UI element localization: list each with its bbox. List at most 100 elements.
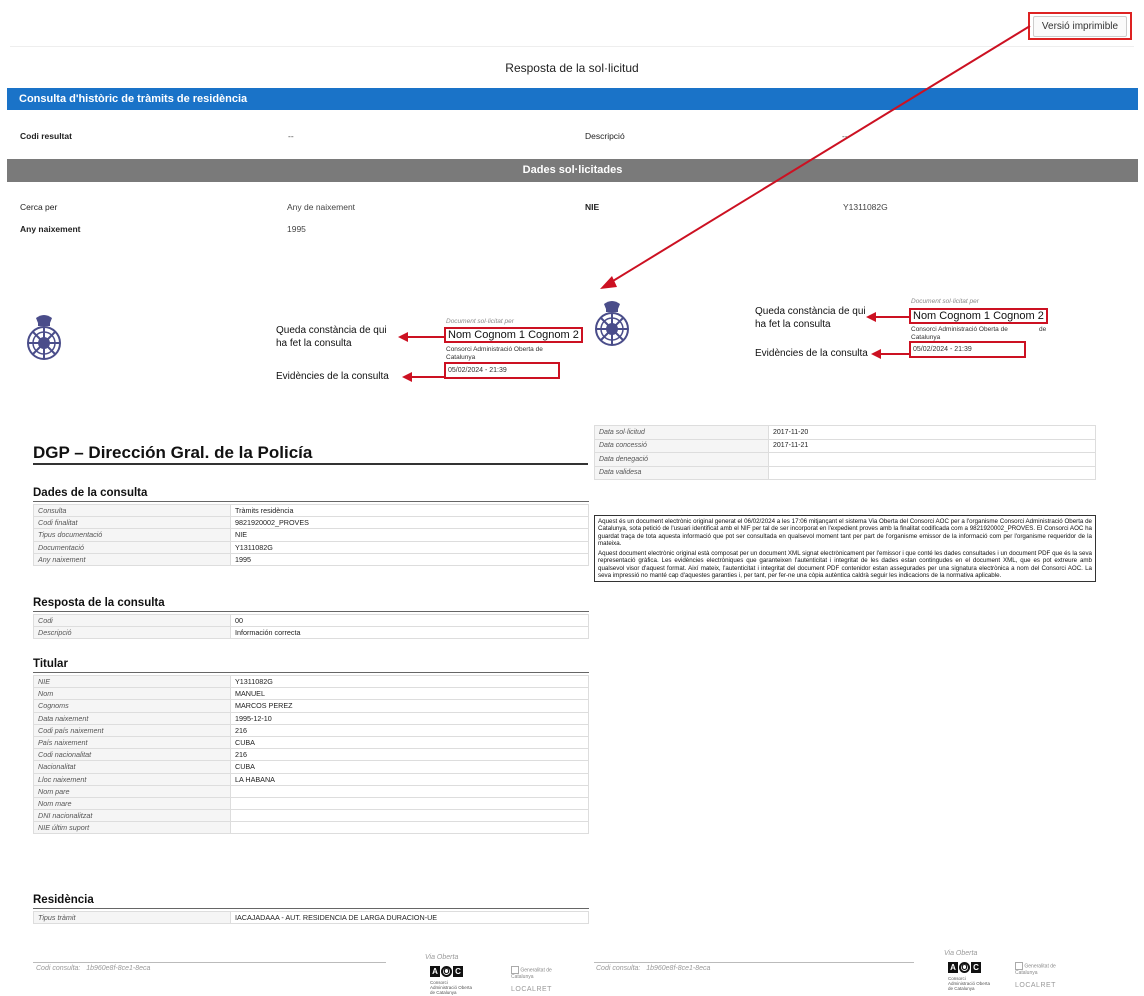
resposta-section-title: Resposta de la consulta	[33, 597, 165, 609]
table-row: Data concessió 2017-11-21	[594, 438, 1096, 453]
field-value: NIE	[230, 528, 589, 542]
field-label: Nom pare	[33, 784, 231, 798]
field-value	[768, 465, 1096, 480]
field-label: Cognoms	[33, 699, 231, 713]
localret-logo-right: LOCALRET	[1015, 982, 1056, 989]
field-label: Data validesa	[594, 465, 769, 480]
field-value: MARCOS PEREZ	[230, 699, 589, 713]
doc-header-left: Document sol·licitat per	[446, 318, 514, 325]
legal-paragraph-1: Aquest és un document electrònic origina…	[598, 518, 1092, 547]
titular-section-rule	[33, 672, 589, 673]
table-row: Tipus tràmit IACAJADAAA - AUT. RESIDENCIA…	[33, 910, 589, 925]
table-row: Codi finalitat 9821920002_PROVES	[33, 516, 589, 530]
field-value: 9821920002_PROVES	[230, 516, 589, 530]
via-oberta-right: Via Oberta	[944, 950, 978, 957]
field-value: Tràmits residència	[230, 503, 589, 518]
field-label: NIE	[33, 674, 231, 689]
legal-paragraph-2: Aquest document electrònic original està…	[598, 550, 1092, 580]
table-row: Codi nacionalitat 216	[33, 748, 589, 762]
aoc-logo-letter: C	[453, 966, 463, 977]
requester-org-right: Consorci Administració Oberta de Catalun…	[911, 326, 1008, 341]
evidence-label-left: Evidències de la consulta	[276, 371, 389, 382]
requester-name-left: Nom Cognom 1 Cognom 2	[444, 327, 583, 343]
consorci-text-right: Consorci Administració Oberta de Catalun…	[948, 976, 991, 991]
field-value: 00	[230, 613, 589, 628]
table-row: Any naixement 1995	[33, 552, 589, 566]
field-label: Nom	[33, 687, 231, 701]
dgp-title-rule	[33, 463, 588, 465]
dates-table: Data sol·licitud 2017-11-20 Data concessió…	[594, 425, 1096, 480]
arrow-head-right-2	[871, 349, 881, 359]
field-value	[230, 809, 589, 823]
field-label: Codi	[33, 613, 231, 628]
field-value: 2017-11-20	[768, 425, 1096, 440]
request-datetime-right: 05/02/2024 - 21:39	[909, 341, 1026, 358]
aoc-logo-letter: A	[948, 962, 958, 973]
table-row: Nacionalitat CUBA	[33, 760, 589, 774]
field-value	[230, 784, 589, 798]
arrow-head-left-1	[398, 332, 408, 342]
police-crest-left	[22, 312, 66, 364]
table-row: Codi país naixement 216	[33, 723, 589, 737]
field-label: Lloc naixement	[33, 772, 231, 786]
field-value: 1995	[230, 552, 589, 566]
table-row: Data naixement 1995-12-10	[33, 711, 589, 725]
arrow-head-left-2	[402, 372, 412, 382]
legal-notice: Aquest és un document electrònic origina…	[594, 515, 1096, 583]
table-row: Data validesa	[594, 465, 1096, 480]
field-label: Nacionalitat	[33, 760, 231, 774]
field-value: Información correcta	[230, 626, 589, 640]
field-label: DNI nacionalitzat	[33, 809, 231, 823]
gencat-logo-left: Generalitat de Catalunya	[511, 966, 569, 980]
field-value: IACAJADAAA - AUT. RESIDENCIA DE LARGA DU…	[230, 910, 589, 925]
resposta-section-rule	[33, 611, 589, 612]
arrow-line-right-2	[880, 353, 910, 355]
field-label: Descripció	[33, 626, 231, 640]
localret-logo-left: LOCALRET	[511, 986, 552, 993]
consult-code-right: Codi consulta: 1b960e8f-8ce1-8eca	[596, 965, 710, 972]
police-crest-icon	[595, 301, 629, 346]
aoc-logo-letter: A	[430, 966, 440, 977]
arrow-head-right-1	[866, 312, 876, 322]
evidence-label-right: Evidències de la consulta	[755, 348, 868, 359]
field-value: 216	[230, 748, 589, 762]
table-row: Data sol·licitud 2017-11-20	[594, 425, 1096, 440]
annotation-arrow-overlay	[600, 25, 1031, 289]
gencat-logo-right: Generalitat de Catalunya	[1015, 962, 1073, 976]
resposta-table: Codi 00 Descripció Información correcta	[33, 613, 589, 640]
field-label: Data naixement	[33, 711, 231, 725]
field-value	[230, 821, 589, 835]
field-label: Tipus tràmit	[33, 910, 231, 925]
aoc-logo-letter: C	[971, 962, 981, 973]
field-value: MANUEL	[230, 687, 589, 701]
field-label: Nom mare	[33, 796, 231, 811]
dates-table-wrap: Data sol·licitud 2017-11-20 Data concessió…	[594, 425, 1096, 480]
consulta-table-wrap: Consulta Tràmits residència Codi finalitat…	[33, 503, 589, 566]
aoc-logo-right: A O C	[948, 962, 981, 973]
table-row: Tipus documentació NIE	[33, 528, 589, 542]
field-value: 216	[230, 723, 589, 737]
table-row: País naixement CUBA	[33, 735, 589, 750]
field-label: Data denegació	[594, 452, 769, 467]
field-value	[768, 452, 1096, 467]
field-label: Data concessió	[594, 438, 769, 453]
field-label: Tipus documentació	[33, 528, 231, 542]
resposta-table-wrap: Codi 00 Descripció Información correcta	[33, 613, 589, 640]
field-value: 2017-11-21	[768, 438, 1096, 453]
print-to-document-arrow-head	[600, 276, 617, 289]
gencat-icon	[511, 966, 519, 974]
requester-org-left: Consorci Administració Oberta de Catalun…	[446, 346, 543, 361]
requester-name-right: Nom Cognom 1 Cognom 2	[909, 308, 1048, 324]
consulta-section-rule	[33, 501, 589, 502]
aoc-logo-letter: O	[959, 962, 970, 973]
doc-header-right: Document sol·licitat per	[911, 298, 979, 305]
residencia-section-title: Residència	[33, 894, 94, 906]
field-value: 1995-12-10	[230, 711, 589, 725]
consulta-table: Consulta Tràmits residència Codi finalitat…	[33, 503, 589, 566]
residencia-section-rule	[33, 908, 589, 909]
field-label: NIE últim suport	[33, 821, 231, 835]
consulted-by-label-right: Queda constància de qui ha fet la consul…	[755, 306, 866, 330]
aoc-logo-left: A O C	[430, 966, 463, 977]
consulta-section-title: Dades de la consulta	[33, 487, 148, 499]
table-row: Nom mare	[33, 796, 589, 811]
